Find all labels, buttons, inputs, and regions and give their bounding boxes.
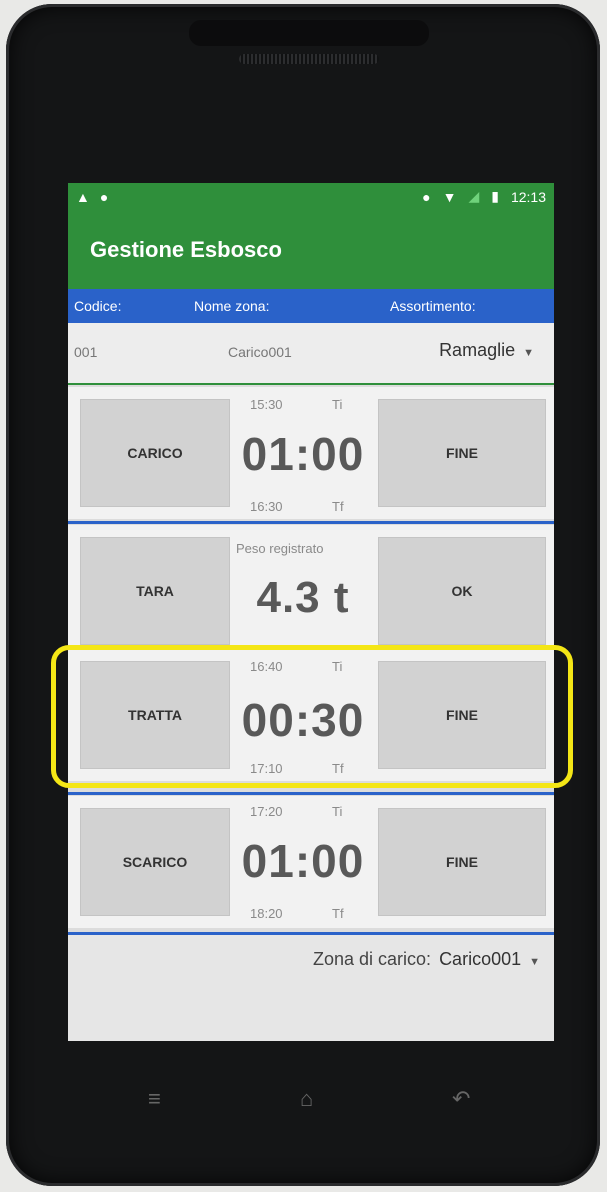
carico-end-button[interactable]: FINE	[378, 399, 546, 507]
carico-tf-label: Tf	[332, 499, 344, 514]
scarico-ti-label: Ti	[332, 804, 343, 819]
carico-button[interactable]: CARICO	[80, 399, 230, 507]
status-time: 12:13	[510, 188, 546, 205]
status-bar: ▲ ● ● ▼ ◢ ▮ 12:13	[68, 183, 554, 213]
nav-bar: ≡ ⌂ ↶	[140, 1080, 500, 1120]
scarico-ti: 17:20	[250, 804, 283, 819]
home-icon[interactable]: ⌂	[300, 1086, 313, 1112]
earpiece	[189, 20, 429, 46]
zone-dropdown[interactable]: Carico001 ▼	[439, 949, 540, 970]
battery-icon: ▮	[491, 188, 499, 204]
scarico-tf-label: Tf	[332, 906, 344, 921]
carico-duration: 01:00	[241, 428, 365, 480]
zone-label: Zona di carico:	[313, 949, 432, 969]
chevron-down-icon: ▼	[523, 347, 534, 359]
info-row: 001 Carico001 Ramaglie ▼	[68, 323, 554, 385]
divider	[68, 792, 554, 795]
page-title: Gestione Esbosco	[90, 237, 282, 262]
header-code: Codice:	[74, 298, 122, 314]
warning-icon: ▲	[76, 189, 90, 205]
carico-ti-label: Ti	[332, 397, 343, 412]
code-value: 001	[74, 344, 98, 360]
app-bar: Gestione Esbosco	[68, 213, 554, 289]
weight-caption: Peso registrato	[236, 541, 324, 556]
scarico-end-button[interactable]: FINE	[378, 808, 546, 916]
tara-section: TARA Peso registrato 4.3 t OK	[68, 525, 554, 657]
assortment-value: Ramaglie	[439, 340, 516, 360]
tara-button[interactable]: TARA	[80, 537, 230, 645]
back-icon[interactable]: ↶	[452, 1086, 470, 1112]
screen: ▲ ● ● ▼ ◢ ▮ 12:13 Gestione Esbosco Codic…	[68, 183, 554, 1041]
zone-value: Carico001	[439, 949, 522, 969]
location-icon: ●	[422, 188, 431, 205]
header-assortment: Assortimento:	[390, 298, 476, 314]
scarico-tf: 18:20	[250, 906, 283, 921]
chevron-down-icon: ▼	[529, 956, 540, 968]
wifi-icon: ▼	[442, 188, 457, 205]
highlight-frame	[51, 645, 573, 788]
ok-button[interactable]: OK	[378, 537, 546, 645]
footer: Zona di carico: Carico001 ▼	[68, 935, 554, 1041]
header-zone: Nome zona:	[194, 298, 270, 314]
carico-ti: 15:30	[250, 397, 283, 412]
column-header: Codice: Nome zona: Assortimento:	[68, 289, 554, 323]
menu-icon[interactable]: ≡	[148, 1086, 161, 1112]
assortment-dropdown[interactable]: Ramaglie ▼	[439, 340, 534, 361]
zone-name-value: Carico001	[228, 344, 292, 360]
scarico-duration: 01:00	[241, 835, 365, 887]
signal-icon: ◢	[468, 188, 480, 204]
carico-tf: 16:30	[250, 499, 283, 514]
dot-icon: ●	[99, 189, 109, 205]
weight-value: 4.3 t	[256, 573, 350, 622]
carico-section: CARICO 15:30 Ti 01:00 16:30 Tf FINE	[68, 387, 554, 519]
scarico-button[interactable]: SCARICO	[80, 808, 230, 916]
speaker-grille	[239, 54, 379, 64]
scarico-section: SCARICO 17:20 Ti 01:00 18:20 Tf FINE	[68, 796, 554, 928]
divider	[68, 521, 554, 524]
